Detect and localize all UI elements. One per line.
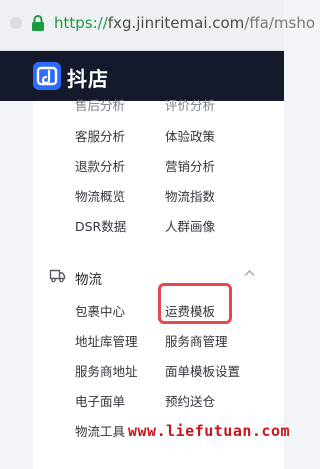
- menu-item-provider-management[interactable]: 服务商管理: [165, 331, 228, 350]
- brand-name[interactable]: 抖店: [67, 63, 109, 92]
- menu-item-audience-profile[interactable]: 人群画像: [165, 216, 215, 235]
- menu-item-address-library[interactable]: 地址库管理: [75, 331, 138, 350]
- menu-item-review-analysis[interactable]: 评价分析: [165, 95, 215, 114]
- highlight-box: [158, 283, 232, 324]
- menu-item-parcel-center[interactable]: 包裹中心: [75, 301, 125, 320]
- lock-icon: [32, 15, 44, 31]
- menu-item-logistics-index[interactable]: 物流指数: [165, 186, 215, 205]
- menu-item-experience-policy[interactable]: 体验政策: [165, 126, 215, 145]
- browser-address-bar[interactable]: https://fxg.jinritemai.com/ffa/msho: [0, 0, 315, 51]
- watermark: www.liefutuan.com: [128, 422, 291, 440]
- menu-item-aftersale-analysis[interactable]: 售后分析: [75, 95, 125, 114]
- url-host: fxg.jinritemai.com: [107, 14, 245, 32]
- url-scheme: https://: [54, 14, 108, 32]
- menu-item-refund-analysis[interactable]: 退款分析: [75, 156, 125, 175]
- doudian-logo-icon[interactable]: [33, 62, 61, 90]
- menu-item-waybill-template-settings[interactable]: 面单模板设置: [165, 361, 240, 380]
- menu-item-dsr-data[interactable]: DSR数据: [75, 216, 126, 235]
- menu-item-electronic-waybill[interactable]: 电子面单: [75, 391, 125, 410]
- app-header: 抖店: [0, 51, 284, 101]
- url-text[interactable]: https://fxg.jinritemai.com/ffa/msho: [54, 14, 315, 32]
- logistics-section-title[interactable]: 物流: [75, 268, 102, 288]
- menu-item-logistics-tools[interactable]: 物流工具: [75, 421, 125, 440]
- menu-item-marketing-analysis[interactable]: 营销分析: [165, 156, 215, 175]
- truck-icon: [49, 269, 66, 283]
- menu-item-provider-address[interactable]: 服务商地址: [75, 361, 138, 380]
- menu-item-service-analysis[interactable]: 客服分析: [75, 126, 125, 145]
- menu-item-warehouse-appointment[interactable]: 预约送仓: [165, 391, 215, 410]
- chevron-up-icon[interactable]: [244, 269, 255, 277]
- menu-item-logistics-overview[interactable]: 物流概览: [75, 186, 125, 205]
- tab-favicon-icon: [10, 17, 22, 29]
- url-path: /ffa/msho: [244, 14, 316, 32]
